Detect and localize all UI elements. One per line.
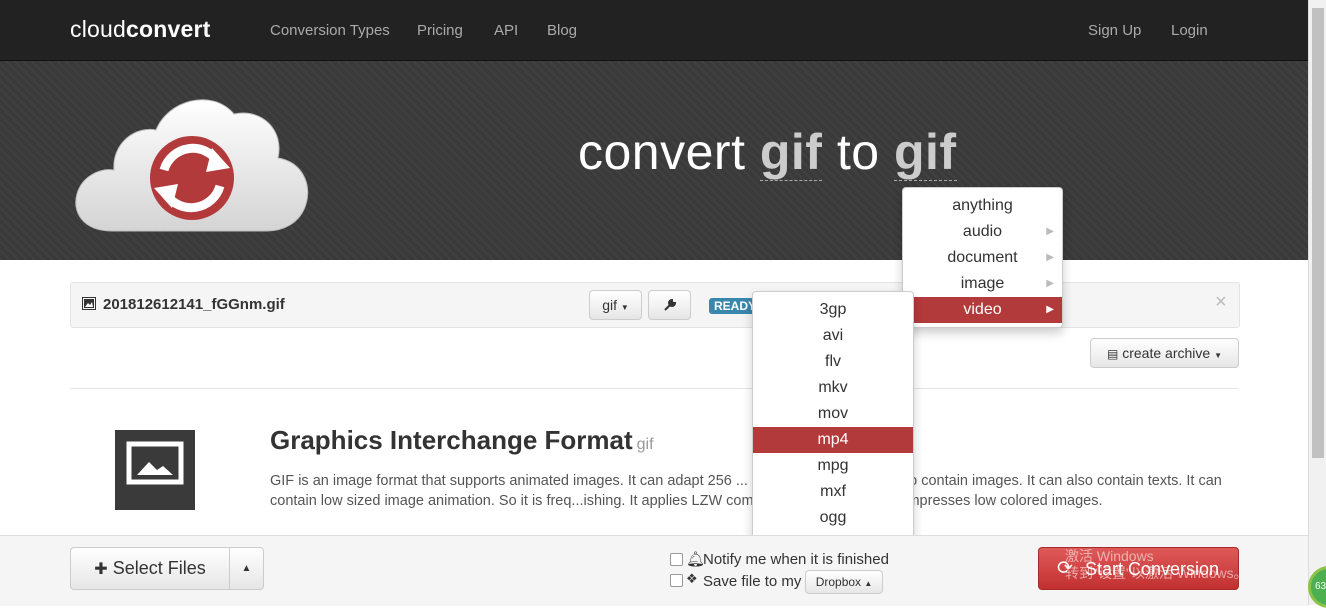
page-scrollbar[interactable] [1308,0,1326,605]
hero-banner: convert gif to gif [0,61,1309,260]
output-format-selector[interactable]: gif [893,124,957,181]
menu-item-audio[interactable]: audio ▶ [903,219,1062,245]
file-row: 201812612141_fGGnm.gif gif ▼ READY × [70,282,1240,328]
wrench-icon [663,298,676,311]
brand-logo[interactable]: cloudconvert [70,16,210,43]
menu-item-mov[interactable]: mov [753,401,913,427]
sign-up-link[interactable]: Sign Up [1088,22,1141,39]
file-format-dropdown[interactable]: gif ▼ [589,290,642,320]
select-files-dropdown[interactable]: ▲ [229,547,264,590]
remove-file-icon[interactable]: × [1215,291,1227,314]
file-name: 201812612141_fGGnm.gif [103,296,285,313]
archive-icon: ▤ [1107,347,1119,361]
notify-checkbox[interactable] [670,553,683,566]
menu-item-mkv[interactable]: mkv [753,375,913,401]
menu-item-image[interactable]: image ▶ [903,271,1062,297]
video-format-menu: 3gp avi flv mkv mov mp4 mpg mxf ogg [752,291,914,543]
caret-down-icon: ▼ [1214,351,1222,360]
input-format-selector[interactable]: gif [759,124,823,181]
add-file-icon: ✚ [94,561,108,578]
scrollbar-thumb[interactable] [1312,8,1324,458]
create-archive-button[interactable]: ▤ create archive ▼ [1090,338,1239,368]
category-menu: anything audio ▶ document ▶ image ▶ video ▶ [902,187,1063,328]
login-link[interactable]: Login [1171,22,1208,39]
select-files-button[interactable]: ✚ Select Files [70,547,230,590]
nav-api[interactable]: API [494,22,518,39]
picture-icon [115,430,195,510]
save-label: Save file to my [703,573,802,590]
windows-activation-watermark: 激活 Windows 转到"设置"以激活 Windows。 [1065,548,1248,581]
nav-conversion-types[interactable]: Conversion Types [270,22,390,39]
caret-up-icon: ▲ [241,563,252,574]
options-button[interactable] [648,290,691,320]
dropbox-dropdown[interactable]: Dropbox ▲ [805,570,883,594]
chevron-right-icon: ▶ [1046,252,1054,263]
top-navbar: cloudconvert Conversion Types Pricing AP… [0,0,1309,61]
chevron-right-icon: ▶ [1046,304,1054,315]
menu-item-video[interactable]: video ▶ [903,297,1062,323]
menu-item-flv[interactable]: flv [753,349,913,375]
dropbox-icon: ❖ [686,571,698,586]
menu-item-3gp[interactable]: 3gp [753,297,913,323]
hero-title: convert gif to gif [578,124,957,181]
caret-down-icon: ▼ [620,303,629,312]
divider [70,388,1238,389]
menu-item-ogg[interactable]: ogg [753,505,913,531]
image-file-icon [82,297,96,310]
chevron-right-icon: ▶ [1046,226,1054,237]
caret-up-icon: ▲ [864,579,873,588]
menu-item-mp4[interactable]: mp4 [753,427,913,453]
save-checkbox[interactable] [670,574,683,587]
notify-label: Notify me when it is finished [703,551,889,568]
cloud-logo-icon [75,99,309,232]
nav-pricing[interactable]: Pricing [417,22,463,39]
menu-item-mxf[interactable]: mxf [753,479,913,505]
nav-blog[interactable]: Blog [547,22,577,39]
menu-item-document[interactable]: document ▶ [903,245,1062,271]
menu-item-anything[interactable]: anything [903,193,1062,219]
menu-item-avi[interactable]: avi [753,323,913,349]
chevron-right-icon: ▶ [1046,278,1054,289]
menu-item-mpg[interactable]: mpg [753,453,913,479]
format-title: Graphics Interchange Format gif [270,425,654,455]
